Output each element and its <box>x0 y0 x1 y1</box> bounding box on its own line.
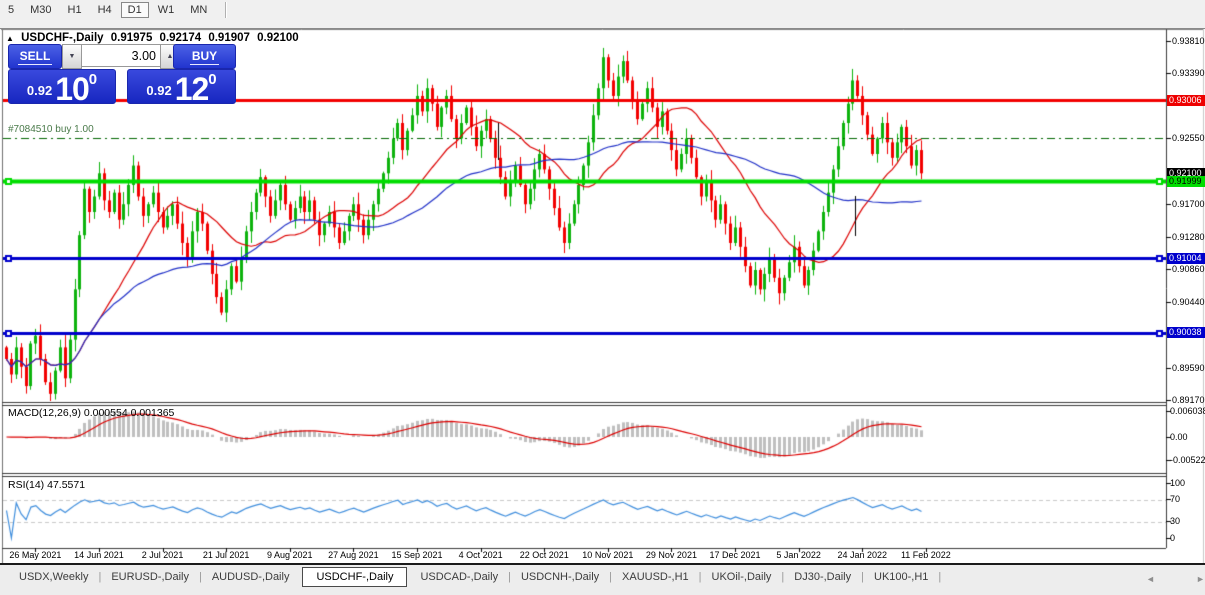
date-tick-label: 17 Dec 2021 <box>709 550 761 560</box>
sell-price-pips: 10 <box>55 70 90 107</box>
tab-separator: | <box>98 571 102 583</box>
buy-price-display[interactable]: 0.92 12 0 <box>127 69 236 107</box>
date-tick-label: 5 Jan 2022 <box>776 550 821 560</box>
rsi-tick-label: 30 <box>1170 516 1181 526</box>
tab-usdcad-daily[interactable]: USDCAD-,Daily <box>411 568 507 586</box>
price-tick-label: 0.91280 <box>1172 231 1205 242</box>
tab-xauusd-h1[interactable]: XAUUSD-,H1 <box>613 568 698 586</box>
tab-separator: | <box>609 571 613 583</box>
price-tick-label: 0.89170 <box>1172 395 1205 405</box>
date-tick-label: 24 Jan 2022 <box>837 550 888 560</box>
macd-tick-label: 0.006038 <box>1170 406 1205 416</box>
sell-button[interactable]: SELL <box>8 44 62 69</box>
tab-audusd-daily[interactable]: AUDUSD-,Daily <box>203 568 299 586</box>
macd-tick-label: -0.00522 <box>1170 455 1205 465</box>
date-tick-label: 11 Feb 2022 <box>900 550 951 560</box>
buy-price-base: 0.92 <box>146 83 172 98</box>
timeframe-toolbar: 5 M30 H1 H4 D1 W1 MN <box>0 0 1205 29</box>
sell-price-point: 0 <box>88 71 98 88</box>
volume-input[interactable] <box>82 44 160 67</box>
price-tick-label: 0.90860 <box>1172 264 1205 275</box>
date-tick-label: 9 Aug 2021 <box>267 550 313 560</box>
date-tick-label: 2 Jul 2021 <box>141 550 184 560</box>
date-tick-label: 10 Nov 2021 <box>582 550 634 560</box>
tab-usdcnh-daily[interactable]: USDCNH-,Daily <box>512 568 608 586</box>
price-tick-label: 0.91700 <box>1172 199 1205 210</box>
volume-decrease-icon[interactable]: ▼ <box>62 44 82 69</box>
tab-separator: | <box>508 571 511 583</box>
date-tick-label: 21 Jul 2021 <box>202 550 250 560</box>
mt4-chart-window: 5 M30 H1 H4 D1 W1 MN ▲ USDCHF-,Daily 0.91975 0… <box>0 0 1205 595</box>
tab-dj30-daily[interactable]: DJ30-,Daily <box>785 568 860 586</box>
chart-tabbar: USDX,Weekly | EURUSD-,Daily | AUDUSD-,Daily U… <box>0 563 1205 595</box>
tab-ukoil-daily[interactable]: UKOil-,Daily <box>703 568 781 586</box>
tab-usdchf-daily[interactable]: USDCHF-,Daily <box>302 567 408 587</box>
one-click-trading-panel: SELL ▼ ▲ BUY 0.92 10 0 0.92 12 0 <box>8 44 236 107</box>
timeframe-button-d1[interactable]: D1 <box>120 1 149 18</box>
macd-tick-label: 0.00 <box>1170 432 1188 442</box>
date-tick-label: 27 Aug 2021 <box>328 550 379 560</box>
timeframe-button-m30[interactable]: M30 <box>23 2 58 18</box>
ohlc-high: 0.92174 <box>159 32 202 44</box>
chart-title: ▲ USDCHF-,Daily 0.91975 0.92174 0.91907 … <box>6 32 303 44</box>
volume-stepper: ▼ ▲ <box>62 44 180 69</box>
tab-separator: | <box>938 571 942 583</box>
date-tick-label: 15 Sep 2021 <box>391 550 443 560</box>
sell-price-display[interactable]: 0.92 10 0 <box>8 69 116 107</box>
price-line-tag: 0.91999 <box>1167 175 1205 187</box>
ohlc-open: 0.91975 <box>110 32 153 44</box>
date-tick-label: 14 Jun 2021 <box>74 550 124 560</box>
rsi-tick-label: 100 <box>1170 478 1186 488</box>
price-tick-label: 0.92550 <box>1172 133 1205 144</box>
timeframe-button-h1[interactable]: H1 <box>61 2 89 18</box>
price-tick-label: 0.93390 <box>1172 68 1205 79</box>
timeframe-button-h4[interactable]: H4 <box>91 2 119 18</box>
price-line-tag: 0.93006 <box>1167 94 1205 106</box>
timeframe-button-mn[interactable]: MN <box>183 2 214 18</box>
buy-button[interactable]: BUY <box>173 44 236 69</box>
tab-uk100-h1[interactable]: UK100-,H1 <box>865 568 937 586</box>
open-position-label: #7084510 buy 1.00 <box>8 124 94 135</box>
price-tick-label: 0.90440 <box>1172 296 1205 307</box>
toolbar-separator <box>225 1 228 18</box>
tabs-scroll-right-icon[interactable]: ► <box>1196 574 1205 584</box>
price-line-tag: 0.90038 <box>1167 327 1205 339</box>
tab-separator: | <box>198 571 202 583</box>
ohlc-close: 0.92100 <box>257 32 299 44</box>
date-tick-label: 26 May 2021 <box>9 550 62 560</box>
rsi-indicator-label: RSI(14) 47.5571 <box>8 479 86 491</box>
price-line-tag: 0.91004 <box>1167 252 1205 264</box>
tabs-scroll-left-icon[interactable]: ◄ <box>1146 574 1155 584</box>
symbol-period-label: USDCHF-,Daily <box>21 32 104 44</box>
collapse-triangle-icon[interactable]: ▲ <box>6 34 14 43</box>
ohlc-low: 0.91907 <box>208 32 250 44</box>
price-tick-label: 0.93810 <box>1172 36 1205 46</box>
sell-price-base: 0.92 <box>26 83 53 98</box>
timeframe-button-w1[interactable]: W1 <box>151 2 182 18</box>
price-tick-label: 0.89590 <box>1172 362 1205 373</box>
tab-separator: | <box>698 571 702 583</box>
date-tick-label: 22 Oct 2021 <box>519 550 569 560</box>
macd-indicator-label: MACD(12,26,9) 0.000554 0.001365 <box>8 407 175 419</box>
buy-price-point: 0 <box>208 71 217 88</box>
timeframe-buttons: 5 M30 H1 H4 D1 W1 MN <box>0 1 228 18</box>
tab-separator: | <box>861 571 864 583</box>
buy-price-pips: 12 <box>174 70 210 107</box>
rsi-tick-label: 70 <box>1170 494 1181 504</box>
tab-separator: | <box>781 571 785 583</box>
rsi-tick-label: 0 <box>1170 533 1176 543</box>
date-tick-label: 29 Nov 2021 <box>645 550 697 560</box>
timeframe-button-5[interactable]: 5 <box>1 2 21 18</box>
tab-usdx-weekly[interactable]: USDX,Weekly <box>10 568 97 586</box>
tab-eurusd-daily[interactable]: EURUSD-,Daily <box>102 568 198 586</box>
date-tick-label: 4 Oct 2021 <box>458 550 503 560</box>
chart-tabs: USDX,Weekly | EURUSD-,Daily | AUDUSD-,Daily U… <box>0 565 1205 589</box>
